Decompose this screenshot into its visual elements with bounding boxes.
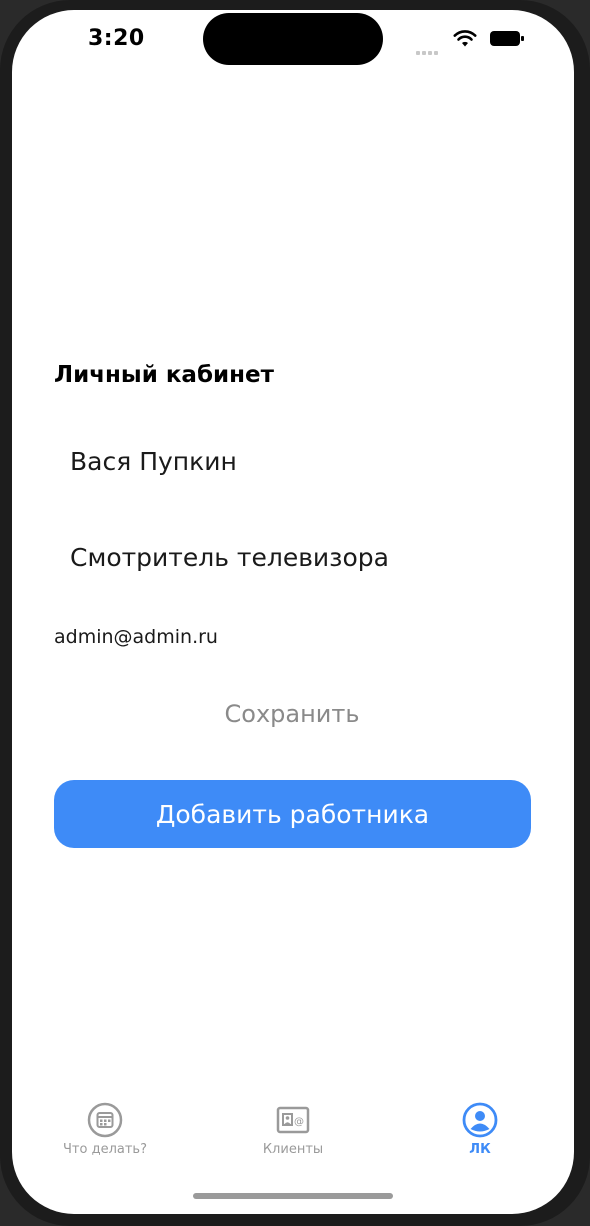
- name-field[interactable]: [70, 447, 510, 476]
- save-button[interactable]: Сохранить: [192, 700, 392, 728]
- battery-icon: [490, 31, 524, 46]
- tab-lk-label: ЛК: [469, 1142, 491, 1157]
- add-worker-button[interactable]: Добавить работника: [54, 780, 531, 848]
- tab-todo-label: Что делать?: [63, 1142, 147, 1157]
- email-text: admin@admin.ru: [54, 626, 218, 648]
- tab-clients-label: Клиенты: [262, 1142, 324, 1157]
- screen: 3:20 Личный кабинет admin@admin.ru Сохра…: [12, 10, 574, 1214]
- tab-clients[interactable]: @ Клиенты: [223, 1102, 363, 1157]
- calendar-icon: [87, 1102, 123, 1138]
- status-time: 3:20: [88, 26, 145, 51]
- role-field[interactable]: [70, 543, 510, 572]
- home-indicator[interactable]: [193, 1193, 393, 1199]
- tab-lk[interactable]: ЛК: [410, 1102, 550, 1157]
- tab-todo[interactable]: Что делать?: [35, 1102, 175, 1157]
- svg-text:@: @: [294, 1117, 304, 1128]
- wifi-icon: [453, 30, 477, 47]
- page-title: Личный кабинет: [54, 362, 274, 388]
- phone-frame: 3:20 Личный кабинет admin@admin.ru Сохра…: [0, 0, 590, 1226]
- contact-card-icon: @: [276, 1106, 310, 1134]
- add-worker-label: Добавить работника: [155, 799, 430, 829]
- dynamic-island: [203, 13, 383, 65]
- person-circle-icon: [462, 1102, 498, 1138]
- cellular-signal-icon: [416, 40, 446, 55]
